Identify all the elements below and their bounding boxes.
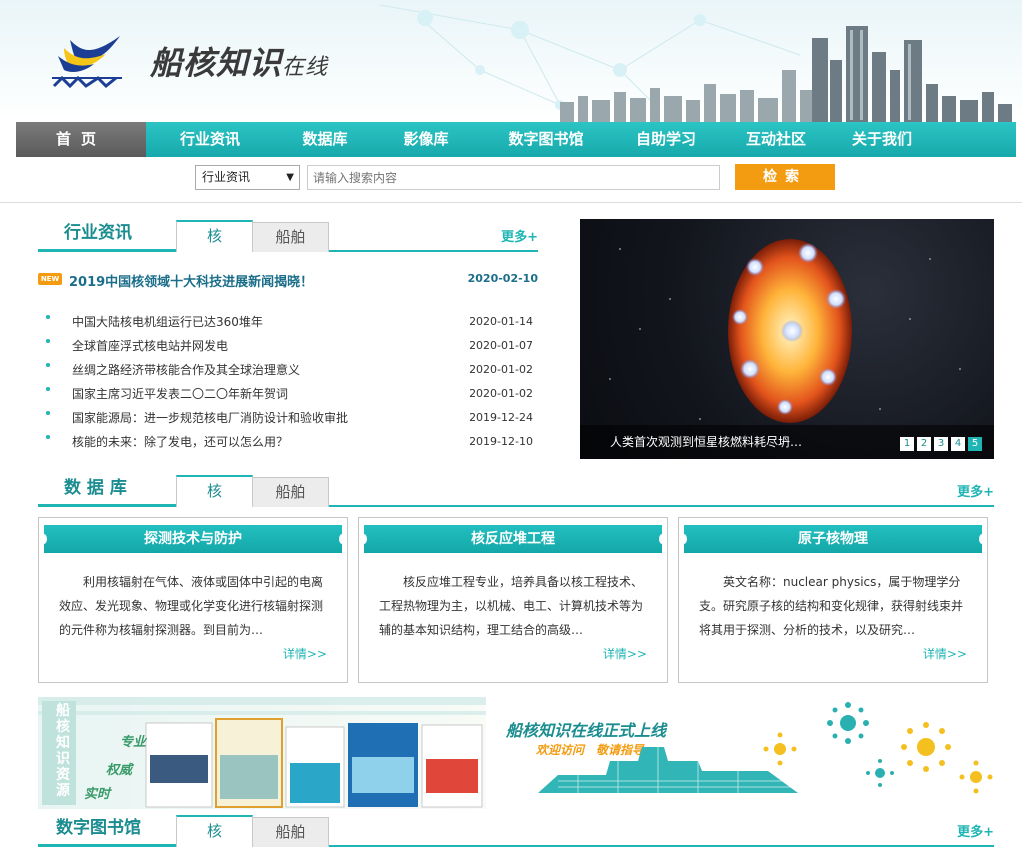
- slider-page-4[interactable]: 4: [951, 437, 965, 451]
- nav-home[interactable]: 首页: [16, 122, 146, 157]
- banner-word-professional: 专业: [120, 735, 147, 750]
- slider-page-1[interactable]: 1: [900, 437, 914, 451]
- site-logo[interactable]: [48, 34, 126, 90]
- news-section-title: 行业资讯: [38, 218, 176, 252]
- list-item[interactable]: 国家主席习近平发表二〇二〇年新年贺词 2020-01-02: [38, 384, 538, 408]
- search-input[interactable]: [307, 165, 720, 190]
- banner-word-realtime: 实时: [84, 787, 111, 802]
- ship-sun-illustration: [538, 702, 993, 794]
- card-description: 利用核辐射在气体、液体或固体中引起的电离效应、发光现象、物理或化学变化进行核辐射…: [59, 575, 324, 637]
- nav-industry-news[interactable]: 行业资讯: [146, 122, 274, 157]
- library-section-title: 数字图书馆: [38, 813, 176, 847]
- card-title[interactable]: 探测技术与防护: [41, 525, 345, 553]
- card-title[interactable]: 核反应堆工程: [361, 525, 665, 553]
- star-explosion-image: [609, 239, 961, 423]
- banner-word-authority: 权威: [106, 763, 133, 778]
- news-headline[interactable]: NEW 2019中国核领域十大科技进展新闻揭晓！ 2020-02-10: [38, 268, 538, 292]
- headline-date: 2020-02-10: [467, 272, 538, 285]
- main-nav: 首页 行业资讯 数据库 影像库 数字图书馆 自助学习 互动社区 关于我们: [16, 122, 1016, 157]
- news-section-header: 行业资讯 核 船舶 更多+: [38, 220, 538, 252]
- list-item[interactable]: 全球首座浮式核电站并网发电 2020-01-07: [38, 336, 538, 360]
- card-title[interactable]: 原子核物理: [681, 525, 985, 553]
- library-tab-nuclear[interactable]: 核: [176, 815, 253, 847]
- site-title-main: 船核知识: [150, 44, 283, 82]
- news-tab-nuclear[interactable]: 核: [176, 220, 253, 252]
- slider-page-5[interactable]: 5: [968, 437, 982, 451]
- bullet-icon: [46, 339, 50, 343]
- database-section-header: 数 据 库 核 船舶 更多+: [38, 475, 994, 507]
- news-more-link[interactable]: 更多+: [501, 226, 538, 245]
- database-tab-nuclear[interactable]: 核: [176, 475, 253, 507]
- banner-side-text: 船核知识资源: [56, 703, 70, 799]
- card-detail-link[interactable]: 详情>>: [603, 645, 647, 662]
- bullet-icon: [46, 435, 50, 439]
- slider-page-3[interactable]: 3: [934, 437, 948, 451]
- slider-caption[interactable]: 人类首次观测到恒星核燃料耗尽坍…: [610, 433, 802, 450]
- database-section-title: 数 据 库: [38, 473, 176, 507]
- nav-image-library[interactable]: 影像库: [376, 122, 476, 157]
- database-more-link[interactable]: 更多+: [957, 481, 994, 500]
- card-detail-link[interactable]: 详情>>: [923, 645, 967, 662]
- search-category-select[interactable]: 行业资讯 ▼: [195, 165, 300, 190]
- banner-books-panel: 船核知识资源 专业 权威 实时: [38, 697, 486, 809]
- nav-community[interactable]: 互动社区: [716, 122, 836, 157]
- database-card: 探测技术与防护 利用核辐射在气体、液体或固体中引起的电离效应、发光现象、物理或化…: [38, 517, 348, 683]
- library-tab-ship[interactable]: 船舶: [252, 817, 329, 847]
- card-description: 英文名称：nuclear physics，属于物理学分支。研究原子核的结构和变化…: [699, 575, 964, 637]
- library-more-link[interactable]: 更多+: [957, 821, 994, 840]
- bullet-icon: [46, 363, 50, 367]
- image-slider[interactable]: 人类首次观测到恒星核燃料耗尽坍… 1 2 3 4 5: [580, 219, 994, 459]
- search-bar: 行业资讯 ▼ 检索: [0, 157, 1022, 203]
- database-card: 原子核物理 英文名称：nuclear physics，属于物理学分支。研究原子核…: [678, 517, 988, 683]
- search-button[interactable]: 检索: [735, 164, 835, 190]
- nav-database[interactable]: 数据库: [274, 122, 376, 157]
- list-item[interactable]: 中国大陆核电机组运行已达360堆年 2020-01-14: [38, 312, 538, 336]
- new-badge: NEW: [38, 273, 62, 285]
- list-item[interactable]: 核能的未来：除了发电，还可以怎么用？ 2019-12-10: [38, 432, 538, 456]
- launch-banner[interactable]: 船核知识资源 专业 权威 实时 船核知识在线正式上线 欢迎访问 敬请指导: [38, 697, 994, 809]
- site-title-suffix: 在线: [282, 55, 329, 80]
- database-tab-ship[interactable]: 船舶: [252, 477, 329, 507]
- card-detail-link[interactable]: 详情>>: [283, 645, 327, 662]
- search-category-value: 行业资讯: [202, 170, 251, 184]
- bullet-icon: [46, 411, 50, 415]
- library-section-header: 数字图书馆 核 船舶 更多+: [38, 815, 994, 847]
- nav-self-learning[interactable]: 自助学习: [616, 122, 716, 157]
- card-description: 核反应堆工程专业，培养具备以核工程技术、工程热物理为主，以机械、电工、计算机技术…: [379, 575, 644, 637]
- bullet-icon: [46, 387, 50, 391]
- chevron-down-icon: ▼: [286, 172, 294, 183]
- nav-digital-library[interactable]: 数字图书馆: [476, 122, 616, 157]
- news-list: 中国大陆核电机组运行已达360堆年 2020-01-14 全球首座浮式核电站并网发…: [38, 312, 538, 456]
- news-tab-ship[interactable]: 船舶: [252, 222, 329, 252]
- headline-text[interactable]: 2019中国核领域十大科技进展新闻揭晓！: [69, 271, 313, 290]
- slider-pager: 1 2 3 4 5: [900, 437, 982, 451]
- list-item[interactable]: 国家能源局：进一步规范核电厂消防设计和验收审批 2019-12-24: [38, 408, 538, 432]
- database-card: 核反应堆工程 核反应堆工程专业，培养具备以核工程技术、工程热物理为主，以机械、电…: [358, 517, 668, 683]
- list-item[interactable]: 丝绸之路经济带核能合作及其全球治理意义 2020-01-02: [38, 360, 538, 384]
- site-title: 船核知识在线: [150, 38, 328, 84]
- site-header: 船核知识在线: [0, 0, 1022, 122]
- bullet-icon: [46, 315, 50, 319]
- nav-about-us[interactable]: 关于我们: [836, 122, 928, 157]
- slider-page-2[interactable]: 2: [917, 437, 931, 451]
